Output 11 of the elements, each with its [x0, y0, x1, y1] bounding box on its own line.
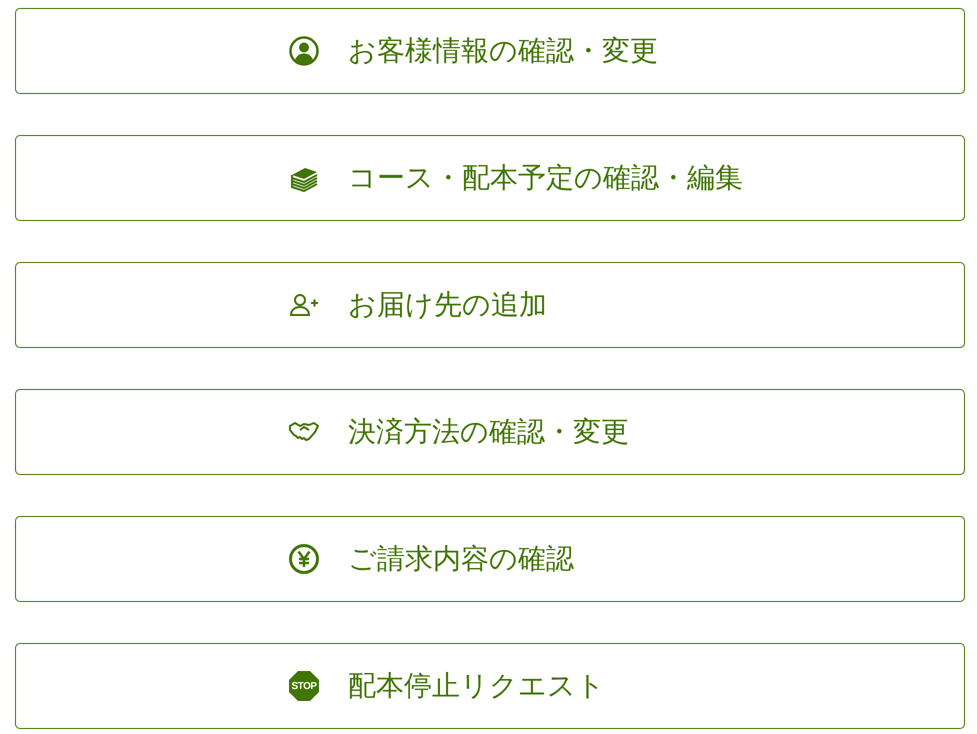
menu-button[interactable]: ご請求内容の確認 — [15, 516, 965, 602]
stop-sign-icon: STOP — [289, 671, 319, 701]
add-user-icon — [289, 293, 319, 317]
menu-button[interactable]: コース・配本予定の確認・編集 — [15, 135, 965, 221]
yen-icon — [289, 544, 319, 574]
menu-button[interactable]: お届け先の追加 — [15, 262, 965, 348]
user-circle-icon — [289, 36, 319, 66]
menu-button[interactable]: 決済方法の確認・変更 — [15, 389, 965, 475]
menu-button[interactable]: お客様情報の確認・変更 — [15, 8, 965, 94]
handshake-icon — [288, 420, 320, 444]
menu-button[interactable]: STOP 配本停止リクエスト — [15, 643, 965, 729]
